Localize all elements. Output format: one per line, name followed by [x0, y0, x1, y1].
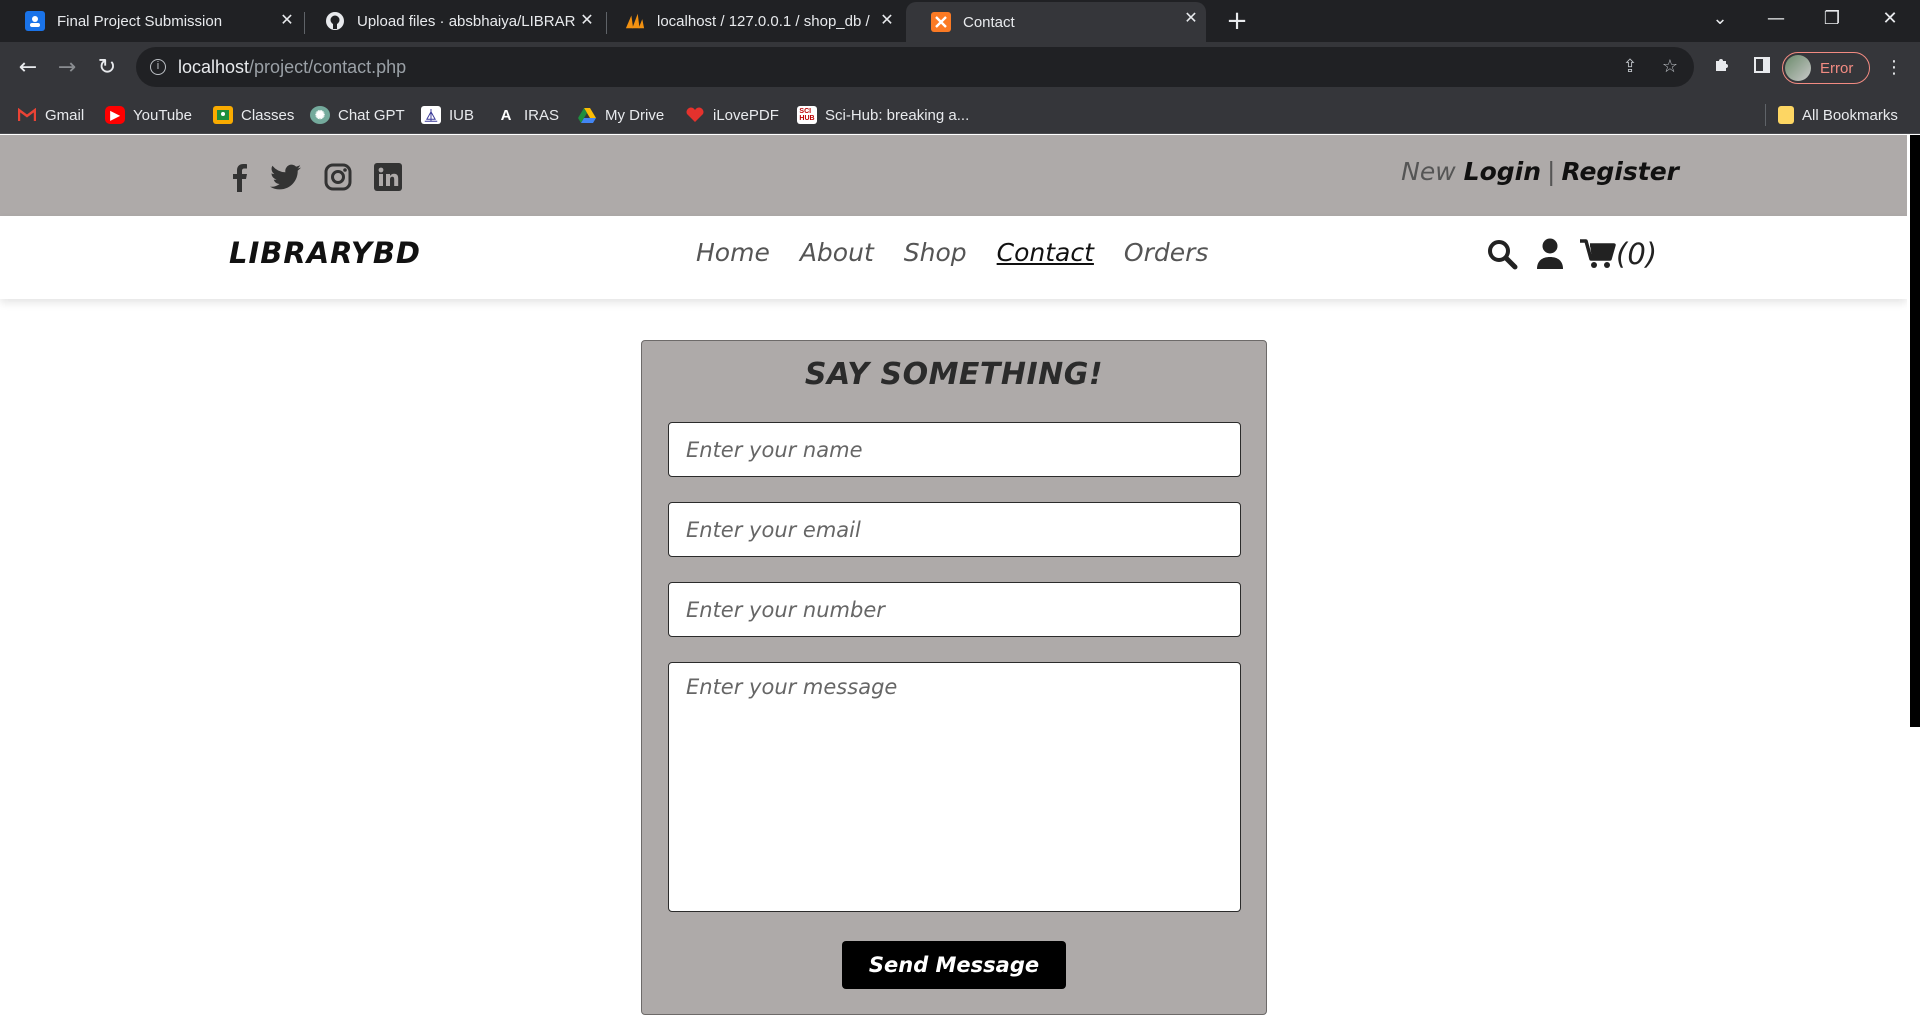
bookmark-ilovepdf[interactable]: iLovePDF	[685, 104, 779, 126]
nav-home[interactable]: Home	[696, 238, 770, 267]
scrollbar-thumb[interactable]	[1910, 135, 1920, 727]
address-url: localhost/project/contact.php	[178, 56, 407, 77]
bookmark-classes[interactable]: Classes	[213, 104, 294, 126]
bookmark-chatgpt[interactable]: ✺ Chat GPT	[310, 104, 405, 126]
browser-toolbar: ← → ↻ i localhost/project/contact.php ⇪ …	[0, 42, 1920, 94]
number-input[interactable]	[668, 582, 1241, 637]
nav-icons: (0)	[1484, 236, 1657, 272]
shopping-cart-icon[interactable]	[1580, 236, 1616, 272]
top-header-strip: New Login | Register	[0, 135, 1907, 216]
tab-github-upload[interactable]: Upload files · absbhaiya/LIBRAR ✕	[300, 4, 602, 38]
scihub-icon: SCI HUB	[797, 106, 817, 124]
classroom-icon	[213, 106, 233, 124]
bookmark-iub[interactable]: ⏅ IUB	[421, 104, 474, 126]
site-info-icon[interactable]: i	[150, 59, 166, 75]
facebook-icon[interactable]	[222, 160, 256, 194]
restore-button[interactable]: ❐	[1812, 4, 1852, 34]
extensions-puzzle-icon[interactable]	[1708, 54, 1736, 82]
bookmarks-bar: Gmail ▶ YouTube Classes ✺ Chat GPT ⏅ IUB…	[0, 94, 1920, 134]
login-link[interactable]: Login	[1464, 157, 1541, 186]
window-close-button[interactable]: ✕	[1870, 4, 1910, 34]
tab-title: localhost / 127.0.0.1 / shop_db /	[657, 12, 870, 30]
nav-orders[interactable]: Orders	[1124, 238, 1209, 267]
tab-title: Upload files · absbhaiya/LIBRAR	[357, 12, 576, 30]
linkedin-icon[interactable]	[371, 160, 405, 194]
minimize-button[interactable]: —	[1756, 4, 1796, 34]
bookmark-star-icon[interactable]: ☆	[1658, 55, 1682, 79]
register-link[interactable]: Register	[1561, 157, 1679, 186]
folder-icon	[1778, 106, 1794, 124]
tab-search-chevron-icon[interactable]: ⌄	[1700, 4, 1740, 34]
phpmyadmin-icon	[625, 11, 645, 31]
tab-contact[interactable]: Contact ✕	[906, 2, 1206, 42]
xampp-icon	[931, 12, 951, 32]
nav-links: Home About Shop Contact Orders	[696, 238, 1208, 267]
user-icon[interactable]	[1532, 236, 1568, 272]
youtube-icon: ▶	[105, 106, 125, 124]
bookmark-youtube[interactable]: ▶ YouTube	[105, 104, 192, 126]
close-icon[interactable]: ✕	[278, 12, 296, 30]
bookmark-gmail[interactable]: Gmail	[17, 104, 84, 126]
new-tab-button[interactable]: +	[1222, 6, 1252, 36]
google-drive-icon	[577, 106, 597, 124]
address-bar[interactable]: i localhost/project/contact.php ⇪ ☆	[136, 47, 1694, 87]
message-textarea[interactable]	[668, 662, 1241, 912]
ilovepdf-icon	[685, 106, 705, 124]
page-viewport: New Login | Register LIBRARYBD Home About …	[0, 135, 1907, 1020]
avatar	[1785, 55, 1811, 81]
name-input[interactable]	[668, 422, 1241, 477]
side-panel-icon[interactable]	[1748, 54, 1776, 82]
send-message-button[interactable]: Send Message	[842, 941, 1066, 989]
main-navbar: LIBRARYBD Home About Shop Contact Orders…	[0, 216, 1907, 299]
bookmark-my-drive[interactable]: My Drive	[577, 104, 664, 126]
contact-form: SAY SOMETHING! Send Message	[641, 340, 1267, 1015]
form-heading: SAY SOMETHING!	[804, 357, 1104, 392]
chatgpt-icon: ✺	[310, 106, 330, 124]
share-icon[interactable]: ⇪	[1618, 55, 1642, 79]
nav-shop[interactable]: Shop	[904, 238, 967, 267]
search-icon[interactable]	[1484, 236, 1520, 272]
auth-links: New Login | Register	[1401, 157, 1679, 186]
iub-icon: ⏅	[421, 106, 441, 124]
instagram-icon[interactable]	[321, 160, 355, 194]
nav-contact[interactable]: Contact	[997, 238, 1094, 267]
back-button[interactable]: ←	[12, 52, 44, 84]
close-icon[interactable]: ✕	[878, 12, 896, 30]
tab-title: Final Project Submission	[57, 12, 223, 30]
tab-title: Contact	[963, 13, 1015, 31]
page-scrollbar[interactable]	[1907, 135, 1920, 1020]
close-icon[interactable]: ✕	[1182, 10, 1200, 28]
tab-phpmyadmin[interactable]: localhost / 127.0.0.1 / shop_db / ✕	[600, 4, 902, 38]
github-icon	[325, 11, 345, 31]
email-input[interactable]	[668, 502, 1241, 557]
new-label: New	[1401, 157, 1456, 186]
close-icon[interactable]: ✕	[578, 12, 596, 30]
all-bookmarks[interactable]: All Bookmarks	[1778, 104, 1898, 126]
google-classroom-icon	[25, 11, 45, 31]
browser-tab-bar: Final Project Submission ✕ Upload files …	[0, 0, 1920, 42]
auth-separator: |	[1547, 157, 1556, 186]
site-logo[interactable]: LIBRARYBD	[229, 236, 421, 270]
forward-button[interactable]: →	[51, 52, 83, 84]
nav-about[interactable]: About	[800, 238, 874, 267]
bookmark-scihub[interactable]: SCI HUB Sci-Hub: breaking a...	[797, 104, 969, 126]
reload-button[interactable]: ↻	[91, 52, 123, 84]
gmail-icon	[17, 106, 37, 124]
bookmark-iras[interactable]: A IRAS	[496, 104, 559, 126]
tab-final-project[interactable]: Final Project Submission ✕	[0, 4, 302, 38]
profile-status: Error	[1820, 59, 1854, 77]
profile-button[interactable]: Error	[1782, 52, 1870, 84]
twitter-icon[interactable]	[269, 160, 303, 194]
menu-kebab-icon[interactable]: ⋮	[1880, 54, 1908, 82]
cart-count[interactable]: (0)	[1616, 237, 1657, 271]
iras-icon: A	[500, 106, 512, 124]
